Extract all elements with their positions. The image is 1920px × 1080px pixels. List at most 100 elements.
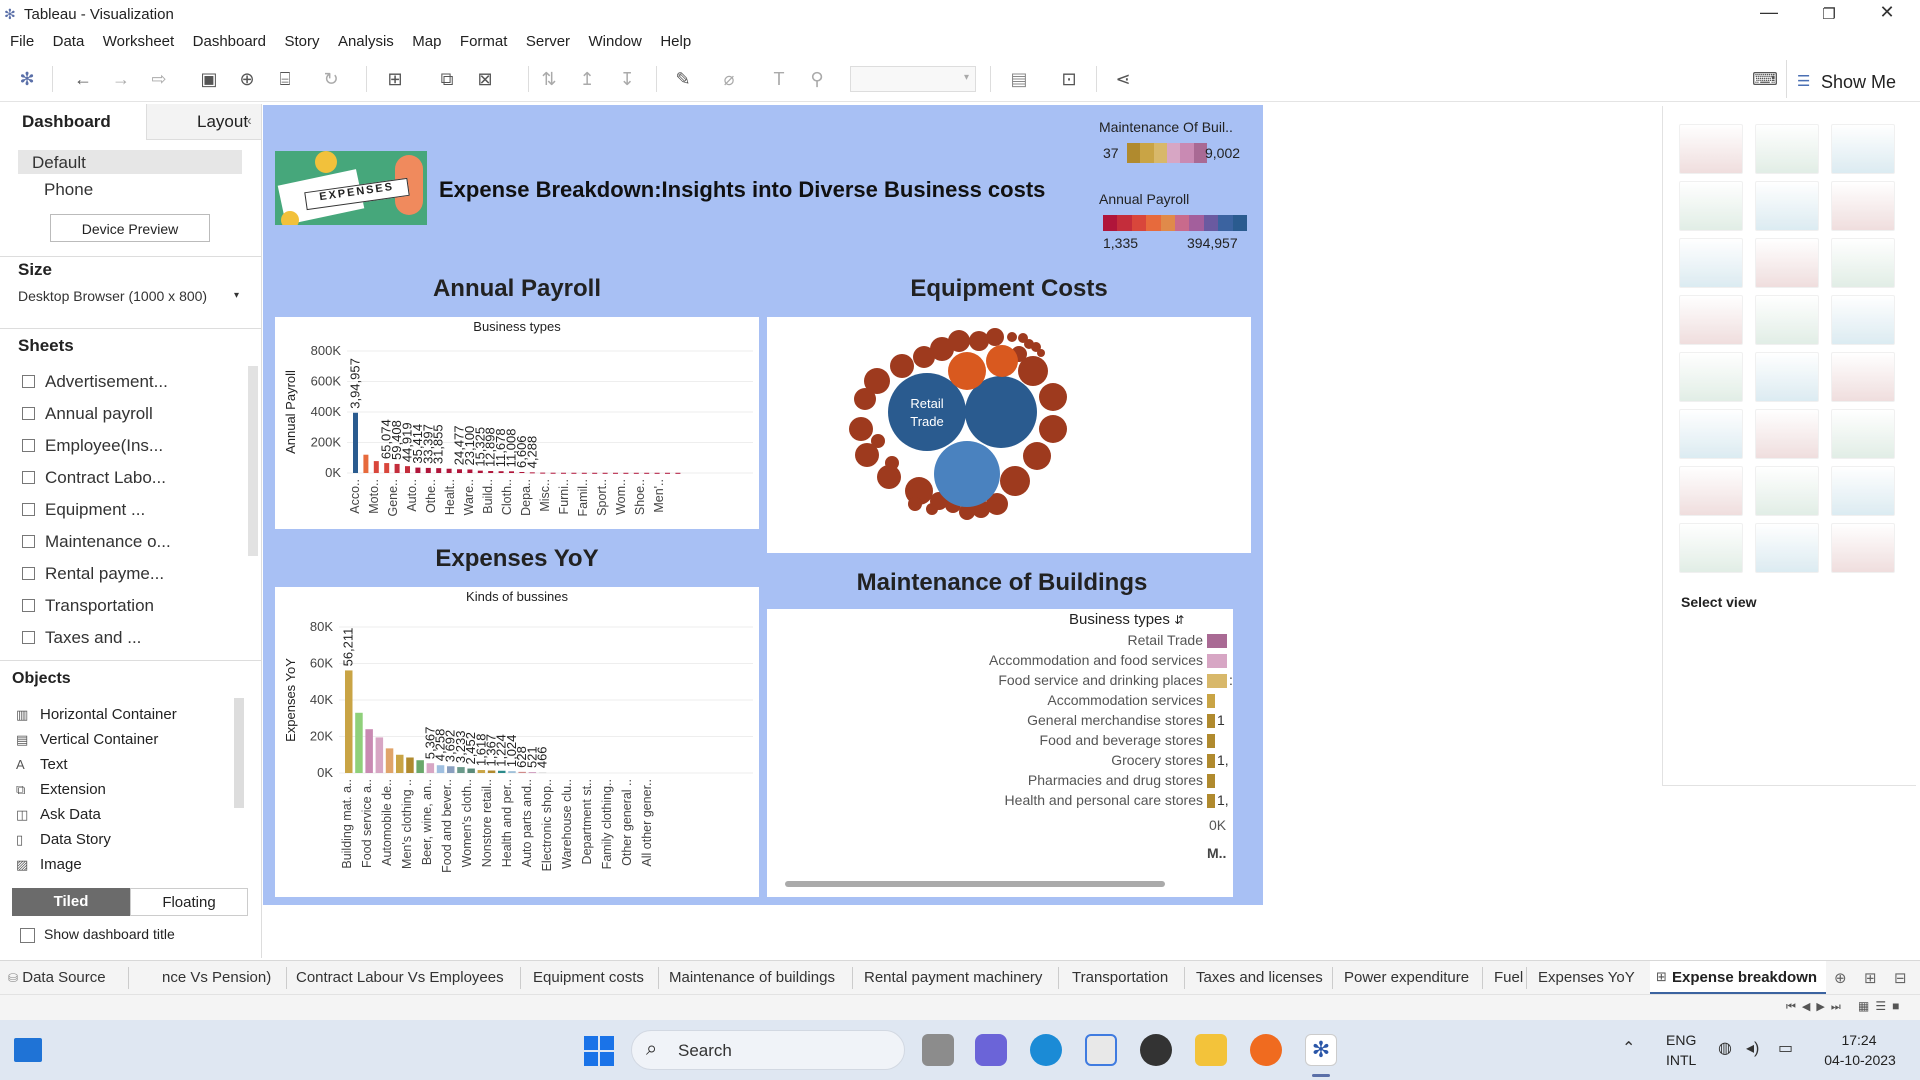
menu-server[interactable]: Server [526,30,570,50]
show-me-chart-type[interactable] [1831,295,1895,345]
sheet-item-taxes[interactable]: Taxes and ... [22,628,141,648]
sort-icon[interactable]: ⇵ [1174,613,1184,627]
show-me-chart-type[interactable] [1679,466,1743,516]
menu-worksheet[interactable]: Worksheet [103,30,174,50]
maint-row[interactable]: Food and beverage stores [767,731,1233,751]
show-me-chart-type[interactable] [1679,409,1743,459]
floating-button[interactable]: Floating [130,888,248,916]
tab-layout[interactable]: Layout ‹ [146,104,262,140]
show-me-chart-type[interactable] [1755,409,1819,459]
swap-rows-columns-icon[interactable]: ⇅ [538,68,560,90]
show-me-chart-type[interactable] [1831,466,1895,516]
objects-scrollbar[interactable] [234,698,244,808]
show-me-chart-type[interactable] [1755,124,1819,174]
maint-h-scrollbar[interactable] [785,881,1165,887]
tab-dashboard[interactable]: Dashboard [0,104,146,140]
object-extension[interactable]: ⧉ Extension [16,781,106,798]
minimize-button[interactable]: — [1746,2,1792,26]
sheet-item-transportation[interactable]: Transportation [22,596,154,616]
menu-data[interactable]: Data [53,30,85,50]
show-me-chart-type[interactable] [1679,124,1743,174]
new-worksheet-tab-icon[interactable]: ⊕ [1834,969,1847,987]
close-button[interactable]: ✕ [1864,2,1910,26]
taskbar-search[interactable]: ⌕ Search [631,1030,905,1070]
show-me-chart-type[interactable] [1755,466,1819,516]
menu-file[interactable]: File [10,30,34,50]
show-title-checkbox[interactable] [20,928,35,943]
object-vertical-container[interactable]: ▤ Vertical Container [16,731,158,748]
language-layout-label[interactable]: INTL [1666,1052,1696,1068]
task-view-icon[interactable] [922,1034,954,1066]
show-me-chart-type[interactable] [1679,181,1743,231]
tab-power-expenditure[interactable]: Power expenditure [1344,969,1469,986]
legend-payroll-ramp[interactable] [1103,215,1248,231]
refresh-icon[interactable]: ↻ [320,68,342,90]
device-phone-label[interactable]: Phone [44,180,93,200]
tiled-button[interactable]: Tiled [12,888,130,916]
firefox-icon[interactable] [1250,1034,1282,1066]
restore-button[interactable]: ❐ [1806,5,1852,29]
collapse-pane-icon[interactable]: ‹ [247,112,252,128]
show-me-chart-type[interactable] [1679,523,1743,573]
redo-icon[interactable]: → [110,68,132,90]
sheet-navigation-icons[interactable]: ⏮◀▶⏭ [1786,1000,1847,1014]
clock-date[interactable]: 04-10-2023 [1818,1052,1902,1068]
replace-data-icon[interactable]: ⇨ [148,68,170,90]
show-me-chart-type[interactable] [1755,352,1819,402]
object-ask-data[interactable]: ◫ Ask Data [16,806,101,823]
menu-format[interactable]: Format [460,30,508,50]
show-cards-icon[interactable]: ▤ [1008,68,1030,90]
sheet-item-annual-payroll[interactable]: Annual payroll [22,404,153,424]
equipment-bubble-chart[interactable]: Retail Trade [767,317,1251,553]
language-label[interactable]: ENG [1666,1032,1696,1048]
share-icon[interactable]: ⋖ [1112,68,1134,90]
object-horizontal-container[interactable]: ▥ Horizontal Container [16,706,177,723]
sheets-scrollbar[interactable] [248,366,258,556]
show-me-chart-type[interactable] [1679,238,1743,288]
view-mode-icons[interactable]: ▦☰■ [1858,999,1905,1013]
sheet-item-contract-labour[interactable]: Contract Labo... [22,468,166,488]
show-me-chart-type[interactable] [1831,409,1895,459]
tab-pension[interactable]: nce Vs Pension) [162,969,271,986]
maint-row[interactable]: Accommodation services [767,691,1233,711]
dell-icon[interactable] [1140,1034,1172,1066]
teams-icon[interactable] [975,1034,1007,1066]
sort-descending-icon[interactable]: ↧ [616,68,638,90]
group-members-icon[interactable]: ⌀ [718,68,740,90]
menu-story[interactable]: Story [284,30,319,50]
pause-updates-icon[interactable]: ⌸ [274,68,296,90]
maint-row[interactable]: Food service and drinking places: [767,671,1233,691]
show-me-chart-type[interactable] [1831,523,1895,573]
format-painter-icon[interactable]: ⌨ [1752,68,1778,90]
tableau-home-icon[interactable]: ✻ [16,68,38,90]
tableau-taskbar-icon[interactable]: ✻ [1305,1034,1337,1066]
tab-maintenance-buildings[interactable]: Maintenance of buildings [669,969,835,986]
chevron-down-icon[interactable]: ▾ [234,290,239,301]
clock-time[interactable]: 17:24 [1824,1032,1894,1048]
highlight-icon[interactable]: ✎ [672,68,694,90]
tab-contract-labour[interactable]: Contract Labour Vs Employees [296,969,504,986]
sheet-item-advertisement[interactable]: Advertisement... [22,372,168,392]
tab-taxes-licenses[interactable]: Taxes and licenses [1196,969,1323,986]
sheet-item-equipment[interactable]: Equipment ... [22,500,145,520]
sort-ascending-icon[interactable]: ↥ [576,68,598,90]
show-me-chart-type[interactable] [1755,523,1819,573]
show-me-chart-type[interactable] [1831,352,1895,402]
tab-transportation[interactable]: Transportation [1072,969,1168,986]
show-me-chart-type[interactable] [1831,181,1895,231]
show-me-chart-type[interactable] [1755,181,1819,231]
new-dashboard-tab-icon[interactable]: ⊞ [1864,969,1877,987]
sheet-item-rental-payment[interactable]: Rental payme... [22,564,164,584]
menu-map[interactable]: Map [412,30,441,50]
chevron-up-icon[interactable]: ⌃ [1622,1038,1635,1058]
maint-row[interactable]: Retail Trade [767,631,1233,651]
maint-row[interactable]: General merchandise stores 1 [767,711,1233,731]
show-mark-labels-icon[interactable]: T [768,68,790,90]
device-preview-button[interactable]: Device Preview [50,214,210,242]
legend-maintenance-ramp[interactable] [1127,143,1207,163]
show-me-chart-type[interactable] [1679,295,1743,345]
tab-rental-payment[interactable]: Rental payment machinery [864,969,1042,986]
show-me-chart-type[interactable] [1679,352,1743,402]
maint-header[interactable]: Business types ⇵ [1069,611,1184,628]
tab-data-source[interactable]: ⛁ Data Source [8,969,106,986]
